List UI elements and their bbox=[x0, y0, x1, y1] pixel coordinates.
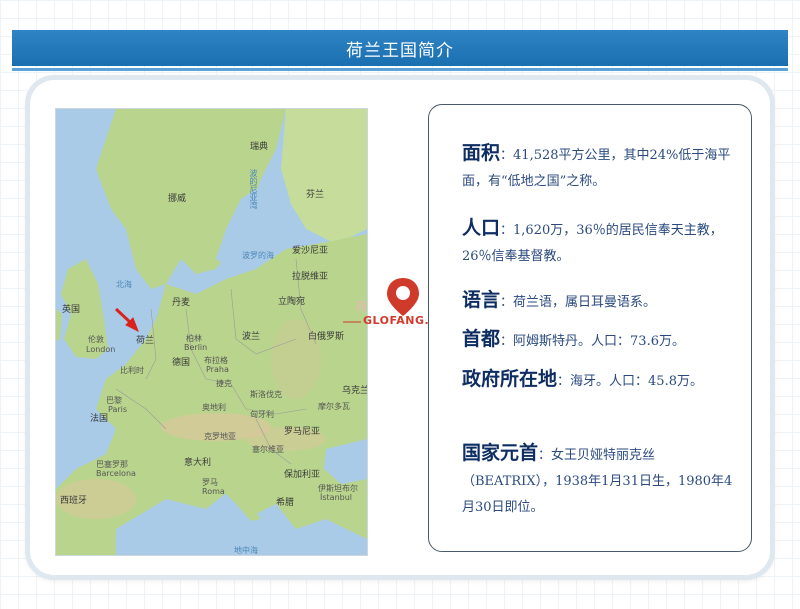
map-label-istanbul: İstanbul bbox=[320, 493, 353, 502]
map-label-paris: Paris bbox=[108, 405, 128, 414]
map-label-norway: 挪威 bbox=[168, 194, 187, 204]
info-key-head-of-state: 国家元首 bbox=[462, 442, 539, 464]
page-title: 荷兰王国简介 bbox=[12, 30, 788, 66]
info-sep-head-of-state: ： bbox=[538, 448, 552, 463]
map-label-mediterranean: 地中海 bbox=[234, 546, 258, 555]
map-label-estonia: 爱沙尼亚 bbox=[292, 246, 329, 256]
info-sep-language: ： bbox=[500, 295, 514, 310]
map-label-denmark: 丹麦 bbox=[172, 298, 191, 308]
map-label-serbia: 塞尔维亚 bbox=[252, 445, 284, 454]
map-label-barcelona: Barcelona bbox=[96, 469, 136, 478]
info-row-language: 语言：荷兰语，属日耳曼语系。 bbox=[462, 287, 742, 316]
map-label-slovakia: 斯洛伐克 bbox=[250, 390, 282, 399]
info-key-language: 语言 bbox=[462, 289, 501, 311]
info-key-capital: 首都 bbox=[462, 328, 501, 350]
map-label-italy: 意大利 bbox=[184, 458, 212, 468]
info-row-population: 人口：1,620万，36％的居民信奉天主教，26％信奉基督教。 bbox=[462, 215, 742, 270]
map-label-austria: 奥地利 bbox=[202, 403, 226, 412]
title-underline bbox=[12, 68, 788, 71]
map-label-romania: 罗马尼亚 bbox=[284, 427, 321, 437]
info-sep-population: ： bbox=[500, 223, 514, 238]
map-label-poland: 波兰 bbox=[242, 332, 261, 342]
info-sep-area: ： bbox=[500, 148, 514, 163]
map-label-croatia: 克罗地亚 bbox=[204, 432, 236, 441]
map-label-rome: Roma bbox=[202, 487, 225, 496]
info-sep-capital: ： bbox=[500, 334, 514, 349]
map-label-spain: 西班牙 bbox=[60, 496, 88, 506]
map-label-ukraine: 乌克兰 bbox=[342, 386, 368, 396]
map-label-baltic: 波罗的海 bbox=[242, 251, 274, 260]
europe-map: 瑞典 挪威 芬兰 波的尼亚湾 波罗的海 北海 爱沙尼亚 拉脱维亚 丹麦 立陶宛 … bbox=[55, 108, 368, 556]
info-value-capital: 阿姆斯特丹。人口：73.6万。 bbox=[513, 334, 685, 349]
map-label-czech: 捷克 bbox=[216, 379, 232, 388]
info-key-government-seat: 政府所在地 bbox=[462, 368, 558, 390]
map-label-prague: Praha bbox=[206, 365, 229, 374]
map-label-belgium: 比利时 bbox=[120, 366, 144, 375]
map-label-gulf-bothnia: 波的尼亚湾 bbox=[249, 169, 258, 209]
map-label-bulgaria: 保加利亚 bbox=[284, 470, 321, 480]
map-label-north-sea: 北海 bbox=[116, 280, 132, 289]
map-label-greece: 希腊 bbox=[276, 498, 295, 508]
map-label-germany: 德国 bbox=[172, 358, 191, 368]
map-label-london: London bbox=[86, 345, 116, 354]
info-row-government-seat: 政府所在地：海牙。人口：45.8万。 bbox=[462, 366, 742, 395]
map-label-sweden: 瑞典 bbox=[250, 142, 269, 152]
info-value-government-seat: 海牙。人口：45.8万。 bbox=[570, 374, 703, 389]
map-label-berlin: Berlin bbox=[184, 343, 208, 352]
info-row-area: 面积：41,528平方公里，其中24%低于海平面，有“低地之国”之称。 bbox=[462, 140, 742, 195]
map-label-netherlands: 荷兰 bbox=[136, 336, 155, 346]
map-label-moldova: 摩尔多瓦 bbox=[318, 402, 350, 411]
map-label-finland: 芬兰 bbox=[306, 190, 325, 200]
info-row-head-of-state: 国家元首：女王贝娅特丽克丝（BEATRIX），1938年1月31日生，1980年… bbox=[462, 440, 742, 521]
info-row-capital: 首都：阿姆斯特丹。人口：73.6万。 bbox=[462, 326, 742, 355]
watermark-char: 荷 bbox=[355, 300, 368, 314]
map-label-uk: 英国 bbox=[62, 305, 81, 315]
info-key-area: 面积 bbox=[462, 142, 501, 164]
info-value-language: 荷兰语，属日耳曼语系。 bbox=[513, 295, 657, 310]
map-label-france: 法国 bbox=[90, 414, 109, 424]
map-label-lithuania: 立陶宛 bbox=[278, 297, 306, 307]
map-label-latvia: 拉脱维亚 bbox=[292, 272, 329, 282]
info-sep-government-seat: ： bbox=[557, 374, 571, 389]
info-key-population: 人口 bbox=[462, 217, 501, 239]
map-label-london-cn: 伦敦 bbox=[88, 335, 104, 344]
map-label-hungary: 匈牙利 bbox=[250, 410, 274, 419]
